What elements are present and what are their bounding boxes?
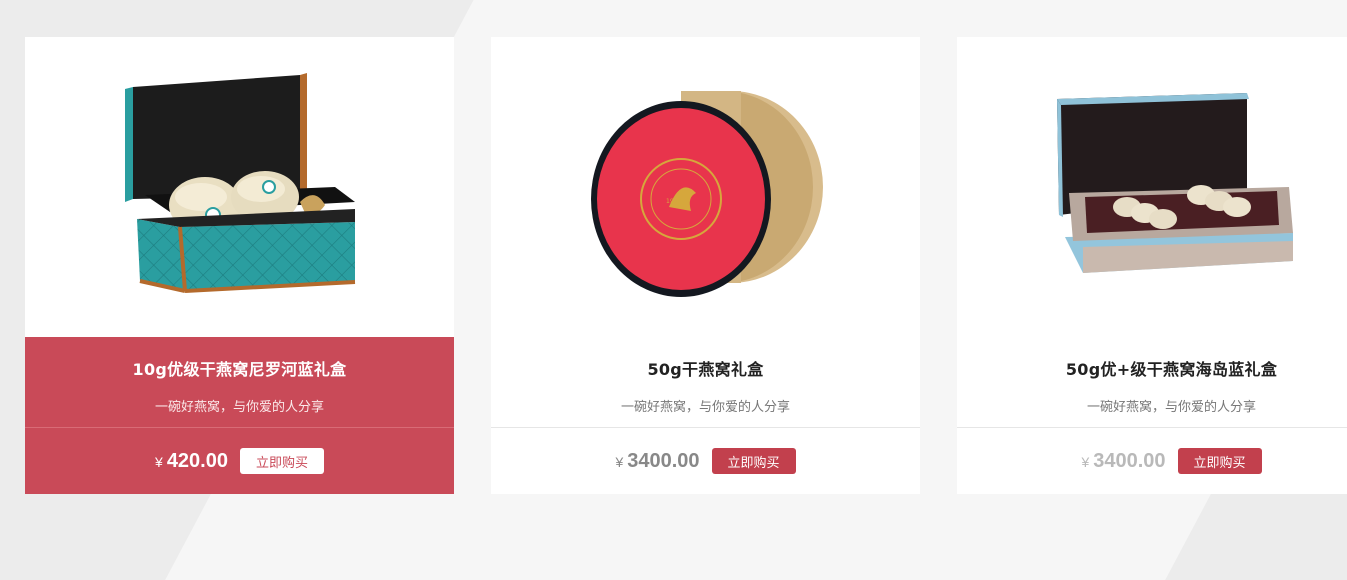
product-slogan: 一碗好燕窝，与你爱的人分享 [154, 400, 324, 415]
currency-symbol: ¥ [615, 453, 624, 470]
price-row: ¥3400.00 立即购买 [957, 428, 1347, 494]
product-slogan: 一碗好燕窝，与你爱的人分享 [620, 400, 790, 415]
round-tin-illustration: 1997 [591, 91, 823, 297]
buy-now-button[interactable]: 立即购买 [1177, 448, 1262, 474]
product-name[interactable]: 50g干燕窝礼盒 [491, 356, 920, 380]
product-info: 50g优+级干燕窝海岛蓝礼盒 一碗好燕窝，与你爱的人分享 [957, 337, 1347, 427]
product-price: ¥3400.00 [615, 450, 699, 473]
product-price: ¥420.00 [155, 450, 228, 473]
product-name[interactable]: 50g优+级干燕窝海岛蓝礼盒 [957, 356, 1347, 380]
teal-gift-box-illustration [125, 73, 356, 293]
buy-now-button[interactable]: 立即购买 [239, 448, 324, 474]
product-image[interactable]: 1997 [491, 37, 920, 337]
price-value: 420.00 [166, 449, 228, 472]
product-card[interactable]: 1997 50g干燕窝礼盒 一碗好燕窝，与你爱的人分享 ¥3400.00 立即购… [491, 37, 920, 494]
product-price: ¥3400.00 [1081, 450, 1165, 473]
price-row: ¥3400.00 立即购买 [491, 428, 920, 494]
buy-now-button[interactable]: 立即购买 [711, 448, 796, 474]
product-card[interactable]: 50g优+级干燕窝海岛蓝礼盒 一碗好燕窝，与你爱的人分享 ¥3400.00 立即… [957, 37, 1347, 494]
blue-gift-box-illustration [1057, 93, 1293, 273]
product-image[interactable] [957, 37, 1347, 337]
product-slogan: 一碗好燕窝，与你爱的人分享 [1086, 400, 1256, 415]
product-info: 10g优级干燕窝尼罗河蓝礼盒 一碗好燕窝，与你爱的人分享 [25, 337, 454, 427]
product-card[interactable]: 10g优级干燕窝尼罗河蓝礼盒 一碗好燕窝，与你爱的人分享 ¥420.00 立即购… [25, 37, 454, 494]
price-value: 3400.00 [627, 449, 700, 472]
product-image[interactable] [25, 37, 454, 337]
currency-symbol: ¥ [155, 453, 163, 470]
price-row: ¥420.00 立即购买 [25, 428, 454, 494]
product-name[interactable]: 10g优级干燕窝尼罗河蓝礼盒 [25, 356, 454, 380]
price-value: 3400.00 [1093, 449, 1166, 472]
currency-symbol: ¥ [1081, 453, 1090, 470]
svg-text:1997: 1997 [666, 198, 681, 205]
product-info: 50g干燕窝礼盒 一碗好燕窝，与你爱的人分享 [491, 337, 920, 427]
